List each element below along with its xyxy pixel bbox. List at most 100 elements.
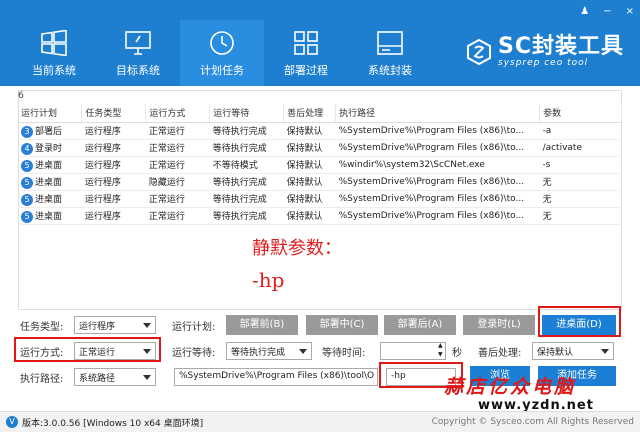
tab-current-system[interactable]: 当前系统 bbox=[12, 20, 96, 86]
table-cell: 无 bbox=[539, 207, 622, 225]
copyright-text: Copyright © Sysceo.com All Rights Reserv… bbox=[431, 417, 634, 427]
table-cell: 保持默认 bbox=[283, 173, 336, 191]
row-number-badge: 5 bbox=[21, 159, 33, 172]
row-number-badge: 5 bbox=[21, 210, 33, 223]
row-number-badge: 4 bbox=[21, 142, 33, 155]
brand-logo: SC封装工具 sysprep ceo tool bbox=[466, 36, 624, 68]
version-icon: V bbox=[6, 416, 18, 428]
table-cell: %SystemDrive%\Program Files (x86)\to... bbox=[335, 190, 540, 208]
task-type-select[interactable]: 运行程序 bbox=[74, 316, 156, 334]
table-cell: %SystemDrive%\Program Files (x86)\to... bbox=[335, 122, 540, 140]
table-row[interactable]: 4 登录时 运行程序 正常运行 等待执行完成 保持默认 %SystemDrive%\Prog… bbox=[18, 139, 622, 157]
table-cell: 保持默认 bbox=[283, 207, 336, 225]
row-plan-text: 进桌面 bbox=[35, 194, 63, 205]
column-header[interactable]: 运行计划 bbox=[18, 104, 83, 123]
help-icon[interactable]: ♟ bbox=[580, 6, 589, 17]
close-button[interactable]: × bbox=[626, 6, 634, 17]
drive-icon bbox=[377, 31, 403, 55]
window-controls: ♟ − × bbox=[580, 6, 634, 17]
tab-target-system[interactable]: 目标系统 bbox=[96, 20, 180, 86]
table-cell: 5 进桌面 bbox=[18, 207, 82, 225]
row-plan-text: 登录时 bbox=[35, 143, 63, 154]
tab-deploy-process[interactable]: 部署过程 bbox=[264, 20, 348, 86]
wait-time-label: 等待时间: bbox=[322, 348, 366, 359]
after-process-select[interactable]: 保持默认 bbox=[532, 342, 614, 360]
tab-scheduled-tasks[interactable]: 计划任务 bbox=[180, 20, 264, 86]
column-header[interactable]: 任务类型 bbox=[81, 104, 147, 123]
table-row[interactable]: 5 进桌面 运行程序 隐藏运行 等待执行完成 保持默认 %SystemDrive%\Prog… bbox=[18, 173, 622, 191]
table-cell: 保持默认 bbox=[283, 190, 336, 208]
plan-login-button[interactable]: 登录时(L) bbox=[463, 315, 535, 335]
highlight-box bbox=[14, 337, 161, 362]
clock-icon bbox=[210, 31, 234, 55]
wait-time-unit: 秒 bbox=[452, 348, 462, 359]
plan-before-deploy-button[interactable]: 部署前(B) bbox=[226, 315, 298, 335]
table-cell: 运行程序 bbox=[81, 139, 146, 157]
task-table: 运行计划 任务类型 运行方式 运行等待 善后处理 执行路径 参数 3 部署后 运行程… bbox=[18, 104, 622, 225]
plan-after-deploy-button[interactable]: 部署后(A) bbox=[384, 315, 456, 335]
row-plan-text: 部署后 bbox=[35, 126, 63, 137]
annotation-title: 静默参数： bbox=[252, 238, 342, 259]
table-row[interactable]: 5 进桌面 运行程序 正常运行 等待执行完成 保持默认 %SystemDrive%\Prog… bbox=[18, 190, 622, 208]
row-plan-text: 进桌面 bbox=[35, 160, 63, 171]
table-cell: -s bbox=[539, 156, 622, 174]
column-header[interactable]: 运行等待 bbox=[209, 104, 285, 123]
table-cell: 5 进桌面 bbox=[18, 156, 82, 174]
minimize-button[interactable]: − bbox=[603, 6, 611, 17]
plan-during-deploy-button[interactable]: 部署中(C) bbox=[306, 315, 378, 335]
stepper-arrows-icon[interactable]: ▲ ▼ bbox=[438, 341, 443, 359]
table-cell: 运行程序 bbox=[81, 122, 146, 140]
row-plan-text: 进桌面 bbox=[35, 177, 63, 188]
table-cell: 无 bbox=[539, 190, 622, 208]
table-cell: 等待执行完成 bbox=[209, 207, 284, 225]
table-row[interactable]: 5 进桌面 运行程序 正常运行 等待执行完成 保持默认 %SystemDrive%\Prog… bbox=[18, 207, 622, 225]
run-wait-select[interactable]: 等待执行完成 bbox=[226, 342, 312, 360]
tab-label: 系统封装 bbox=[368, 64, 412, 77]
table-cell: 保持默认 bbox=[283, 122, 336, 140]
table-cell: %windir%\system32\ScCNet.exe bbox=[335, 156, 540, 174]
table-cell: 5 进桌面 bbox=[18, 173, 82, 191]
run-wait-label: 运行等待: bbox=[172, 348, 216, 359]
column-header[interactable]: 善后处理 bbox=[283, 104, 337, 123]
table-cell: 隐藏运行 bbox=[145, 173, 210, 191]
tab-label: 计划任务 bbox=[200, 64, 244, 77]
table-cell: 运行程序 bbox=[81, 207, 146, 225]
sc-logo-icon bbox=[467, 39, 491, 65]
table-cell: 正常运行 bbox=[145, 139, 210, 157]
table-cell: 正常运行 bbox=[145, 122, 210, 140]
run-plan-label: 运行计划: bbox=[172, 322, 216, 333]
table-cell: 无 bbox=[539, 173, 622, 191]
after-process-label: 善后处理: bbox=[478, 348, 522, 359]
table-cell: 等待执行完成 bbox=[209, 122, 284, 140]
table-cell: 不等待模式 bbox=[209, 156, 284, 174]
exec-path-input[interactable]: %SystemDrive%\Program Files (x86)\tool\O bbox=[174, 368, 378, 386]
row-number-badge: 5 bbox=[21, 193, 33, 206]
table-cell: 运行程序 bbox=[81, 156, 146, 174]
wait-time-input[interactable] bbox=[380, 342, 446, 360]
column-header[interactable]: 运行方式 bbox=[145, 104, 211, 123]
table-cell: 正常运行 bbox=[145, 207, 210, 225]
app-header: ♟ − × 当前系统 目标系统 计划任务 部署过程 系统封装 SC封装工具 sy… bbox=[0, 0, 640, 86]
table-cell: 正常运行 bbox=[145, 190, 210, 208]
row-number-badge: 5 bbox=[21, 176, 33, 189]
row-number-badge: 3 bbox=[21, 125, 33, 138]
column-header[interactable]: 执行路径 bbox=[335, 104, 541, 123]
table-cell: %SystemDrive%\Program Files (x86)\to... bbox=[335, 173, 540, 191]
table-row[interactable]: 3 部署后 运行程序 正常运行 等待执行完成 保持默认 %SystemDrive%\Prog… bbox=[18, 122, 622, 140]
tab-label: 目标系统 bbox=[116, 64, 160, 77]
table-cell: 5 进桌面 bbox=[18, 190, 82, 208]
column-header[interactable]: 参数 bbox=[539, 104, 622, 123]
table-cell: 运行程序 bbox=[81, 173, 146, 191]
task-count: 6 bbox=[18, 91, 24, 101]
table-cell: 保持默认 bbox=[283, 139, 336, 157]
table-cell: %SystemDrive%\Program Files (x86)\to... bbox=[335, 207, 540, 225]
table-cell: /activate bbox=[539, 139, 622, 157]
brand-title: SC封装工具 bbox=[498, 34, 624, 59]
monitor-icon bbox=[125, 31, 151, 55]
path-type-select[interactable]: 系统路径 bbox=[74, 368, 156, 386]
tab-system-package[interactable]: 系统封装 bbox=[348, 20, 432, 86]
table-cell: 等待执行完成 bbox=[209, 139, 284, 157]
table-row[interactable]: 5 进桌面 运行程序 正常运行 不等待模式 保持默认 %windir%\system32\S… bbox=[18, 156, 622, 174]
table-cell: 3 部署后 bbox=[18, 122, 82, 140]
table-cell: 保持默认 bbox=[283, 156, 336, 174]
